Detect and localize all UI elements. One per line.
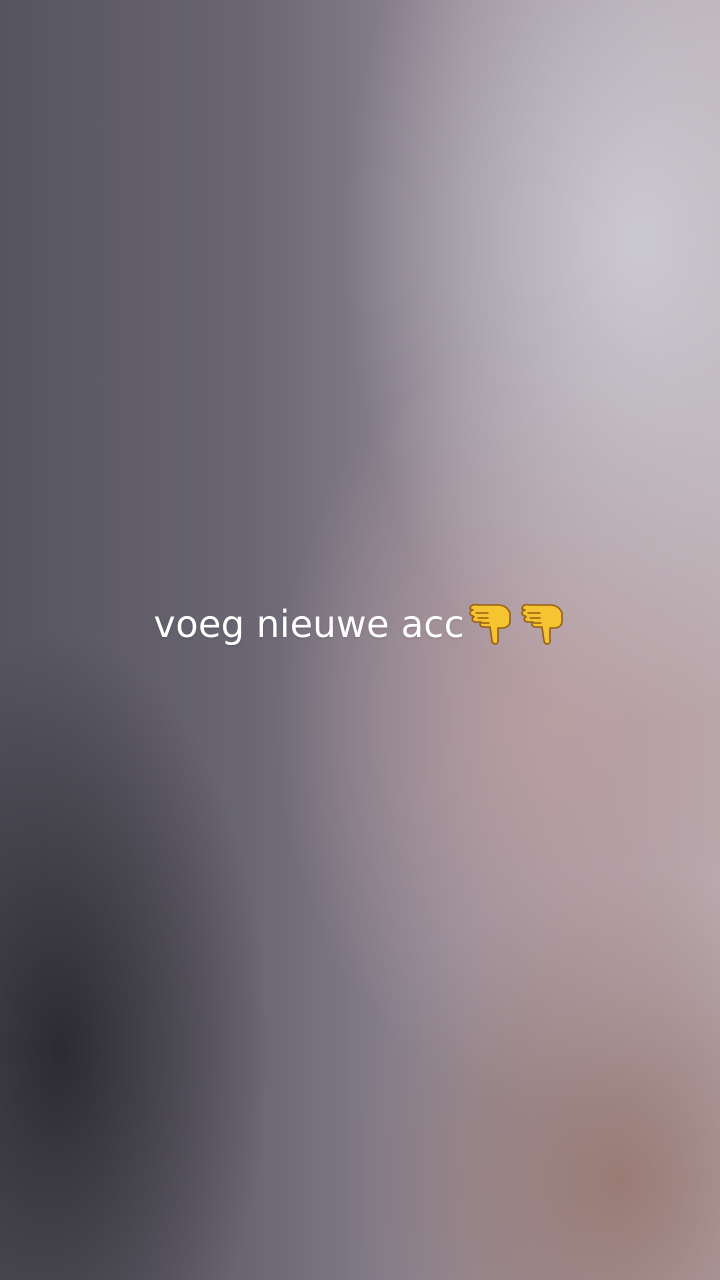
caption-emoji-group	[466, 601, 566, 649]
pointing-down-hand-icon	[469, 603, 512, 645]
video-frame: voeg nieuwe acc	[0, 0, 720, 1280]
caption-text: voeg nieuwe acc	[153, 602, 465, 646]
caption-overlay: voeg nieuwe acc	[0, 594, 720, 654]
pointing-down-hand-icon	[521, 603, 564, 645]
